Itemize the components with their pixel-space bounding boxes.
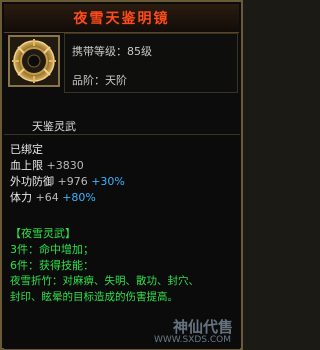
item-title: 夜雪天鉴明镜 bbox=[73, 11, 170, 27]
stat-label: 体力 bbox=[10, 191, 32, 204]
rank-label: 品阶： bbox=[72, 74, 105, 87]
watermark-url: WWW.SXDS.COM bbox=[153, 335, 231, 345]
bind-status: 已绑定 bbox=[10, 143, 43, 156]
carry-level-label: 携带等级： bbox=[72, 45, 127, 58]
stat-label: 外功防御 bbox=[10, 175, 54, 188]
set-bonus-6: 6件：获得技能： bbox=[10, 259, 94, 272]
item-icon-slot[interactable] bbox=[8, 35, 60, 87]
set-skill-desc-2: 封印、眩晕的目标造成的伤害提高。 bbox=[10, 291, 178, 303]
item-info-box: 携带等级：85级 品阶：天阶 bbox=[64, 33, 238, 93]
stat-percent: +80% bbox=[62, 191, 96, 204]
stat-percent: +30% bbox=[91, 175, 125, 188]
set-bonus-3: 3件：命中增加； bbox=[10, 243, 94, 256]
set-header: 【夜雪灵武】 bbox=[10, 227, 76, 240]
carry-level-row: 携带等级：85级 bbox=[72, 43, 152, 59]
title-bar: 夜雪天鉴明镜 bbox=[4, 4, 239, 33]
watermark-logo: 神仙代售 bbox=[172, 318, 233, 336]
stat-row-hp: 血上限 +3830 bbox=[10, 157, 84, 173]
rank-value: 天阶 bbox=[105, 74, 127, 87]
rank-row: 品阶：天阶 bbox=[72, 72, 127, 88]
carry-level-value: 85级 bbox=[127, 45, 152, 58]
site-watermark: 神仙代售 WWW.SXDS.COM bbox=[125, 316, 237, 346]
item-category: 天鉴灵武 bbox=[32, 120, 76, 133]
stat-value: +3830 bbox=[46, 159, 84, 172]
item-tooltip: 夜雪天鉴明镜 携带等级：85级 品阶：天阶 天鉴灵武 已绑定 血上限 +3830… bbox=[0, 0, 243, 350]
stat-value: +976 bbox=[57, 175, 88, 188]
stat-row-stamina: 体力 +64 +80% bbox=[10, 189, 96, 205]
stat-row-defense: 外功防御 +976 +30% bbox=[10, 173, 125, 189]
set-skill-desc-1: 夜雪折竹：对麻痹、失明、散功、封穴、 bbox=[10, 275, 199, 287]
stat-value: +64 bbox=[35, 191, 59, 204]
mirror-icon bbox=[12, 39, 56, 83]
stat-label: 血上限 bbox=[10, 159, 43, 172]
